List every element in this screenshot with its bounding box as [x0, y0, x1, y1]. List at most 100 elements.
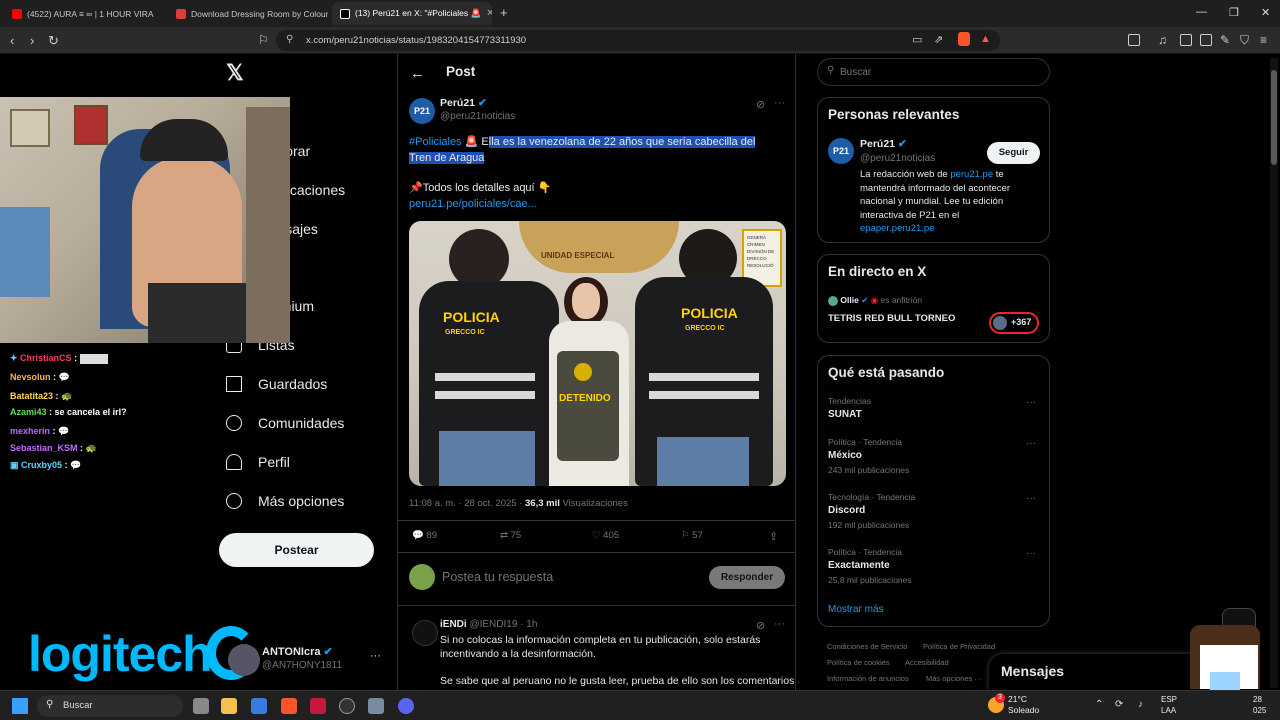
brave-shield-icon[interactable] — [958, 32, 970, 46]
user-avatar[interactable] — [409, 564, 435, 590]
footer-link[interactable]: Accesibilidad — [905, 658, 949, 667]
jeans — [657, 437, 749, 486]
footer-link[interactable]: Información de anuncios — [827, 674, 909, 683]
back-icon[interactable]: ‹ — [10, 33, 14, 48]
logitech-logo: logitech — [28, 626, 213, 682]
trend-more-icon[interactable]: ··· — [1026, 548, 1036, 559]
trend-more-icon[interactable]: ··· — [1026, 397, 1036, 408]
author-avatar[interactable]: P21 — [409, 98, 435, 124]
hashtag-link[interactable]: #Policiales — [409, 136, 462, 148]
share-icon[interactable]: ⇪ — [769, 530, 778, 543]
share-icon[interactable]: ⇗ — [934, 33, 943, 46]
trend-item[interactable]: Exactamente — [828, 560, 890, 571]
footer-link[interactable]: Política de Privacidad — [923, 642, 995, 651]
music-icon[interactable]: ♫ — [1158, 33, 1167, 47]
account-more-icon[interactable]: ··· — [370, 650, 381, 662]
wallet-icon[interactable] — [1128, 34, 1140, 46]
maximize-icon[interactable]: ❐ — [1229, 6, 1239, 19]
reply-action[interactable]: 💬 89 — [412, 530, 437, 541]
more-icon[interactable]: ··· — [774, 618, 785, 630]
task-view-icon[interactable] — [193, 698, 209, 714]
brave-rewards-icon[interactable]: ▲ — [980, 33, 991, 45]
vpn-icon[interactable]: ⛉ — [1240, 33, 1249, 48]
nav-comunidades[interactable]: Comunidades — [226, 415, 344, 431]
back-arrow-icon[interactable]: ← — [410, 65, 425, 82]
relevant-avatar[interactable]: P21 — [828, 138, 854, 164]
live-event[interactable]: TETRIS RED BULL TORNEO — [828, 313, 955, 324]
post-image[interactable]: UNIDAD ESPECIAL GENERA CRIMEN DIVISIÓN DE D… — [409, 221, 786, 486]
reply-avatar[interactable] — [412, 620, 438, 646]
grok-icon[interactable]: ⊘ — [756, 98, 765, 111]
reload-icon[interactable]: ↻ — [48, 33, 59, 49]
relevant-name[interactable]: Perú21 ✔ — [860, 138, 907, 150]
show-more-link[interactable]: Mostrar más — [828, 604, 884, 615]
brave-icon[interactable] — [281, 698, 297, 714]
grok-icon[interactable]: ⊘ — [756, 619, 765, 632]
sync-icon[interactable]: ⟳ — [1115, 699, 1123, 710]
account-avatar[interactable] — [228, 644, 260, 676]
footer-link[interactable]: Más opciones ··· — [926, 674, 982, 683]
footer-link[interactable]: Condiciones de Servicio — [827, 642, 907, 651]
edge-icon[interactable] — [251, 698, 267, 714]
minimize-icon[interactable]: — — [1196, 6, 1207, 18]
sidebar-icon[interactable] — [1180, 34, 1192, 46]
more-icon[interactable]: ··· — [774, 97, 785, 109]
mic-icon[interactable]: ♪ — [1138, 699, 1143, 710]
settings-icon[interactable] — [368, 698, 384, 714]
scrollbar-thumb[interactable] — [1271, 70, 1277, 165]
discord-icon[interactable] — [398, 698, 414, 714]
live-host[interactable]: Ollie ✔ ◉ es anfitrión — [828, 295, 922, 306]
trend-more-icon[interactable]: ··· — [1026, 438, 1036, 449]
search-input[interactable]: ⚲ Buscar — [817, 58, 1050, 86]
more-circle-icon — [226, 493, 242, 509]
post-detail-column: ← Post P21 Perú21 ✔ @peru21noticias ⊘ ··… — [397, 54, 796, 690]
trend-item[interactable]: SUNAT — [828, 409, 862, 420]
live-listeners[interactable]: +367 — [989, 312, 1039, 334]
post-link[interactable]: peru21.pe/policiales/cae... — [409, 198, 537, 210]
nav-mas-opciones[interactable]: Más opciones — [226, 493, 344, 509]
windows-start-icon[interactable] — [12, 698, 28, 714]
language-indicator[interactable]: ESP LAA — [1161, 694, 1177, 716]
follow-button[interactable]: Seguir — [987, 142, 1040, 164]
reply-author[interactable]: iENDi @IENDI19 · 1h — [440, 619, 537, 630]
trend-item[interactable]: México — [828, 450, 862, 461]
reply-button[interactable]: Responder — [709, 566, 785, 589]
bookmark-action[interactable]: ⚐ 57 — [681, 530, 703, 541]
browser-tab-x[interactable]: (13) Perú21 en X: "#Policiales 🚨 ✕ — [332, 2, 492, 25]
cast-icon[interactable]: ▭ — [912, 33, 922, 46]
post-button[interactable]: Postear — [219, 533, 374, 567]
close-window-icon[interactable]: ✕ — [1261, 6, 1270, 19]
trend-category: Tendencias — [828, 396, 872, 406]
taskbar-search[interactable]: ⚲ Buscar — [37, 695, 183, 717]
trend-more-icon[interactable]: ··· — [1026, 493, 1036, 504]
menu-icon[interactable]: ≡ — [1260, 33, 1267, 47]
file-explorer-icon[interactable] — [221, 698, 237, 714]
footer-link[interactable]: Política de cookies — [827, 658, 890, 667]
tray-chevron-icon[interactable]: ⌃ — [1095, 699, 1103, 710]
like-action[interactable]: ♡ 405 — [592, 530, 619, 541]
reply-input[interactable]: Postea tu respuesta — [442, 570, 553, 584]
author-name[interactable]: Perú21 ✔ — [440, 97, 487, 109]
obs-icon[interactable] — [339, 698, 355, 714]
messages-drawer[interactable]: Mensajes — [989, 654, 1209, 690]
nav-perfil[interactable]: Perfil — [226, 454, 290, 470]
new-tab-button[interactable]: + — [500, 5, 508, 20]
browser-tab-download[interactable]: Download Dressing Room by Colour — [168, 2, 328, 25]
account-name[interactable]: ANTONIcra ✔ — [262, 645, 333, 658]
forward-icon[interactable]: › — [30, 33, 34, 48]
browser-tab-youtube[interactable]: (4522) AURA ≡ ∞ | 1 HOUR VIRA — [4, 2, 164, 25]
weather-widget[interactable]: 21°C Soleado — [1008, 694, 1039, 716]
extensions-icon[interactable]: ✎ — [1220, 33, 1230, 47]
nav-guardados[interactable]: Guardados — [226, 376, 327, 392]
wallet2-icon[interactable] — [1200, 34, 1212, 46]
clock[interactable]: 28 025 — [1253, 694, 1266, 716]
x-logo[interactable]: 𝕏 — [226, 60, 244, 86]
site-settings-icon[interactable]: ⚲ — [286, 34, 293, 45]
trend-item[interactable]: Discord — [828, 505, 865, 516]
close-tab-icon[interactable]: ✕ — [486, 8, 492, 19]
bookmark-icon[interactable]: ⚐ — [258, 33, 269, 47]
address-bar[interactable]: ⚲ x.com/peru21noticias/status/1983204154… — [276, 30, 1000, 51]
app-icon[interactable] — [310, 698, 326, 714]
repost-action[interactable]: ⇄ 75 — [500, 530, 521, 541]
author-handle[interactable]: @peru21noticias — [440, 111, 515, 122]
